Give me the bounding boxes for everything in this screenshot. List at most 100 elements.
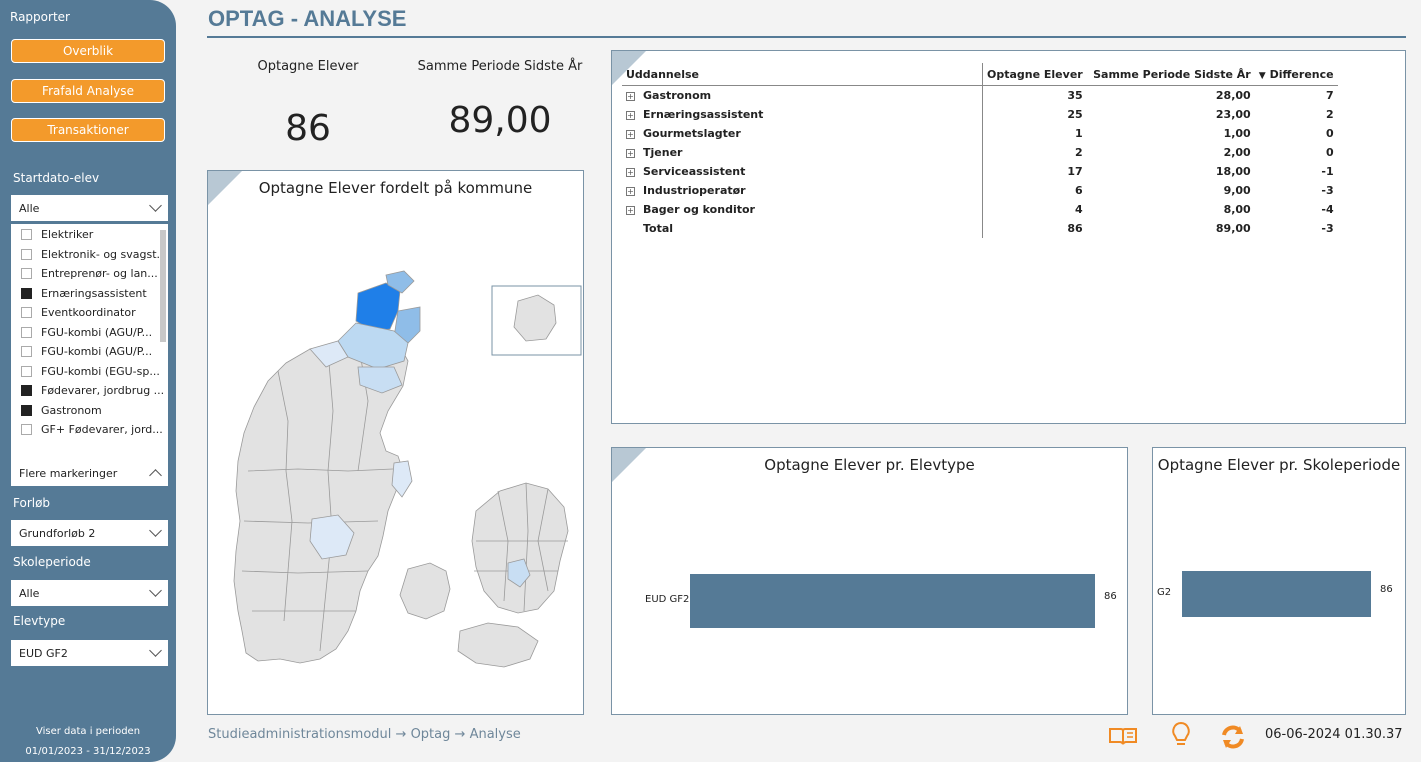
expand-icon[interactable]: + [626,186,635,196]
list-item[interactable]: Elektriker [11,226,168,244]
breadcrumb: Studieadministrationsmodul → Optag → Ana… [208,727,521,742]
list-item[interactable]: FGU-kombi (AGU/P... [11,343,168,361]
expand-icon[interactable]: + [626,167,635,177]
multi-select-dropdown[interactable]: Flere markeringer [11,460,168,486]
list-item-label: Elektriker [41,228,94,241]
cell-name: Bager og konditor [643,203,755,216]
skoleperiode-dropdown[interactable]: Alle [11,580,168,606]
list-item-label: Elektronik- og svagst... [41,247,168,261]
table-cell: 2,00 [1087,143,1255,162]
lightbulb-icon[interactable] [1170,721,1192,749]
denmark-map[interactable] [208,171,585,716]
list-item[interactable]: Fødevarer, jordbrug ... [11,382,168,400]
breadcrumb-arrow-icon: → [395,727,407,742]
list-item[interactable]: FGU-kombi (EGU-sp... [11,362,168,380]
nav-overblik-button[interactable]: Overblik [11,39,165,63]
breadcrumb-item: Analyse [469,727,521,742]
refresh-timestamp: 06-06-2024 01.30.37 [1265,727,1403,742]
matrix-panel[interactable]: Uddannelse Optagne Elever Samme Periode … [611,50,1406,424]
breadcrumb-item[interactable]: Studieadministrationsmodul [208,727,391,742]
table-cell: 2 [1255,105,1338,124]
header-difference[interactable]: ▼ Difference [1254,63,1338,86]
cell-diff: -4 [1321,203,1334,216]
breadcrumb-item[interactable]: Optag [411,727,451,742]
expand-icon[interactable]: + [626,91,635,101]
cell-optagne: 86 [1067,222,1083,235]
elevtype-value: EUD GF2 [19,646,68,660]
nav-frafald-analyse-button[interactable]: Frafald Analyse [11,79,165,103]
table-total-row[interactable]: Total 86 89,00 -3 [622,219,1338,238]
elevtype-chart-panel[interactable]: Optagne Elever pr. Elevtype EUD GF2 86 [611,447,1128,715]
map-panel[interactable]: Optagne Elever fordelt på kommune [207,170,584,715]
expand-icon[interactable]: + [626,205,635,215]
skoleperiode-value: Alle [19,586,40,600]
cell-optagne: 25 [1067,108,1083,121]
checkbox[interactable] [21,346,32,357]
table-cell: 7 [1255,86,1338,106]
table-row[interactable]: + Serviceassistent 17 18,00 -1 [622,162,1338,181]
map-region-highlight-dark [355,282,401,332]
list-item[interactable]: Elektronik- og svagst... [11,245,168,263]
table-cell: 28,00 [1087,86,1255,106]
expand-icon[interactable]: + [626,129,635,139]
checkbox[interactable] [21,268,32,279]
uddannelse-table[interactable]: Uddannelse Optagne Elever Samme Periode … [622,63,1338,238]
elevtype-label: Elevtype [13,614,66,628]
chevron-down-icon [149,199,162,212]
checkbox[interactable] [21,229,32,240]
header-optagne[interactable]: Optagne Elever [982,63,1087,86]
education-filter-list[interactable]: Elektriker Elektronik- og svagst... Entrep… [11,224,168,460]
list-item-label: FGU-kombi (EGU-sp... [41,364,160,378]
checkbox[interactable] [21,326,32,338]
table-row[interactable]: + Bager og konditor 4 8,00 -4 [622,200,1338,219]
table-cell: 0 [1255,124,1338,143]
checkbox[interactable] [21,385,32,396]
list-item[interactable]: Gastronom [11,401,168,419]
table-cell: Total [622,219,983,238]
list-scrollbar[interactable] [160,230,166,342]
cell-diff: 0 [1325,127,1334,140]
table-row[interactable]: + Industrioperatør 6 9,00 -3 [622,181,1338,200]
checkbox[interactable] [21,287,32,299]
forloeb-dropdown[interactable]: Grundforløb 2 [11,520,168,546]
list-item[interactable]: FGU-kombi (AGU/P... [11,323,168,341]
skoleperiode-chart-panel[interactable]: Optagne Elever pr. Skoleperiode G2 86 [1152,447,1406,715]
bar-g2[interactable] [1182,571,1371,617]
expand-icon[interactable]: + [626,110,635,120]
table-cell: 17 [983,162,1087,181]
bar-value-label: 86 [1380,584,1393,595]
sidebar: Rapporter Overblik Frafald Analyse Trans… [0,0,176,762]
startdato-value: Alle [19,201,40,215]
cell-optagne: 17 [1067,165,1083,178]
list-item[interactable]: Entreprenør- og lan... [11,265,168,283]
table-cell: -3 [1255,181,1338,200]
table-row[interactable]: + Gourmetslagter 1 1,00 0 [622,124,1338,143]
checkbox[interactable] [21,365,32,377]
header-sidste[interactable]: Samme Periode Sidste År [1086,63,1255,86]
table-cell: + Industrioperatør [622,181,983,200]
table-row[interactable]: + Gastronom 35 28,00 7 [622,85,1338,106]
elevtype-dropdown[interactable]: EUD GF2 [11,640,168,666]
header-uddannelse[interactable]: Uddannelse [622,63,983,86]
checkbox[interactable] [21,404,32,416]
expand-icon[interactable]: + [626,148,635,158]
table-row[interactable]: + Tjener 2 2,00 0 [622,143,1338,162]
list-item[interactable]: GF+ Fødevarer, jord... [11,421,168,439]
startdato-dropdown[interactable]: Alle [11,195,168,221]
cell-name: Serviceassistent [643,165,746,178]
bar-eud-gf2[interactable] [690,574,1095,628]
chevron-down-icon [149,644,162,657]
list-item[interactable]: Eventkoordinator [11,304,168,322]
table-row[interactable]: + Ernæringsassistent 25 23,00 2 [622,105,1338,124]
checkbox[interactable] [21,424,32,435]
checkbox[interactable] [21,248,32,260]
list-item[interactable]: Ernæringsassistent [11,284,168,302]
refresh-icon[interactable] [1220,725,1246,749]
map-region-lolland [457,622,539,668]
table-header-row: Uddannelse Optagne Elever Samme Periode … [622,63,1338,86]
book-icon[interactable] [1108,725,1138,747]
table-cell: 2 [983,143,1087,162]
list-item-label: Ernæringsassistent [41,286,147,300]
checkbox[interactable] [21,307,32,318]
nav-transaktioner-button[interactable]: Transaktioner [11,118,165,142]
